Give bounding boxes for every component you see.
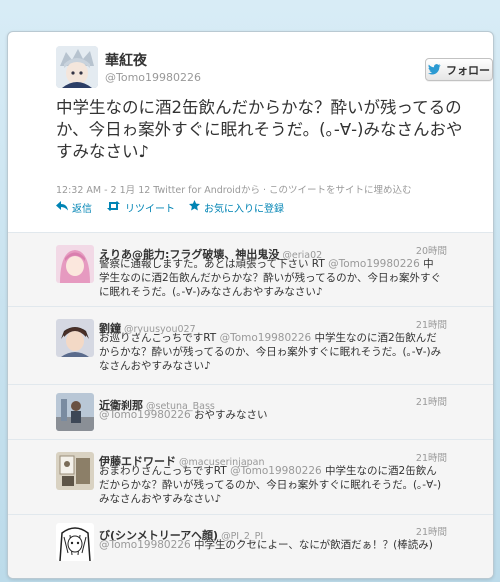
reply-item[interactable]: 近衛刹那 @setuna_Bass 21時間 @Tomo19980226 おやすみ… [8,385,493,440]
retweet-label: リツイート [125,203,175,215]
reply-mention[interactable]: @Tomo19980226 [99,539,191,551]
reply-mention[interactable]: @Tomo19980226 [99,409,191,421]
reply-text-before: 警察に通報しますた。あとは頑張って下さい RT [99,258,329,270]
reply-time[interactable]: 20時間 [416,243,447,257]
reply-mention[interactable]: @Tomo19980226 [328,258,420,270]
reply-text: @Tomo19980226 中学生のクセによー、なにが飲酒だぁ！？(棒読み) [99,538,444,552]
reply-button[interactable]: 返信 [56,200,92,215]
tweet-actions: 返信 リツイート お気に入りに登録 [56,200,298,215]
reply-time[interactable]: 21時間 [416,317,447,331]
reply-avatar[interactable] [56,452,94,490]
reply-text: おまわりさんこっちですRT @Tomo19980226 中学生なのに酒2缶飲んだ… [99,464,444,506]
reply-text: 警察に通報しますた。あとは頑張って下さい RT @Tomo19980226 中学… [99,257,444,299]
reply-time[interactable]: 21時間 [416,524,447,538]
reply-time[interactable]: 21時間 [416,450,447,464]
reply-text-after: 中学生のクセによー、なにが飲酒だぁ！？(棒読み) [190,539,433,551]
reply-text-after: おやすみなさい [190,409,268,421]
reply-text-before: お巡りさんこっちですRT [99,332,220,344]
follow-button[interactable]: フォロー [425,58,493,81]
author-handle[interactable]: @Tomo19980226 [105,71,201,84]
reply-text-before: おまわりさんこっちですRT [99,465,231,477]
reply-item[interactable]: えりあ@能力:フラグ破壊、神出鬼没 @eria02 20時間 警察に通報しますた。… [8,233,493,307]
author-avatar[interactable] [56,46,98,88]
reply-item[interactable]: 伊藤エドワード @macuserinjapan 21時間 おまわりさんこっちですR… [8,440,493,515]
tweet-meta[interactable]: 12:32 AM - 2 1月 12 Twitter for Androidから… [56,182,476,196]
retweet-button[interactable]: リツイート [106,200,175,215]
tweet-text: 中学生なのに酒2缶飲んだからかな？酔いが残ってるのか、今日ゎ案外すぐに眠れそうだ… [56,98,463,161]
retweet-icon [106,200,125,214]
reply-avatar[interactable] [56,393,94,431]
tweet-author: 華紅夜 @Tomo19980226 フォロー [56,44,493,94]
reply-avatar[interactable] [56,523,94,561]
reply-label: 返信 [72,203,92,215]
favorite-button[interactable]: お気に入りに登録 [189,200,284,215]
reply-text: @Tomo19980226 おやすみなさい [99,408,444,422]
favorite-label: お気に入りに登録 [204,203,284,215]
reply-mention[interactable]: @Tomo19980226 [220,332,312,344]
reply-list: えりあ@能力:フラグ破壊、神出鬼没 @eria02 20時間 警察に通報しますた。… [8,232,493,578]
reply-mention[interactable]: @Tomo19980226 [230,465,322,477]
twitter-bird-icon [428,64,441,75]
author-name[interactable]: 華紅夜 [105,50,147,70]
star-icon [189,200,204,214]
reply-avatar[interactable] [56,319,94,357]
reply-time[interactable]: 21時間 [416,394,447,408]
reply-text: お巡りさんこっちですRT @Tomo19980226 中学生なのに酒2缶飲んだか… [99,331,444,373]
tweet-card: 華紅夜 @Tomo19980226 フォロー 中学生なのに酒2缶飲んだからかな？… [7,31,494,579]
reply-item[interactable]: び(シンメトリーアヘ顔) @PI_2_PI 21時間 @Tomo19980226 … [8,515,493,578]
reply-avatar[interactable] [56,245,94,283]
reply-arrow-icon [56,200,72,214]
follow-button-label: フォロー [446,63,490,77]
reply-item[interactable]: 劉鐘 @ryuusyou027 21時間 お巡りさんこっちですRT @Tomo19… [8,307,493,385]
